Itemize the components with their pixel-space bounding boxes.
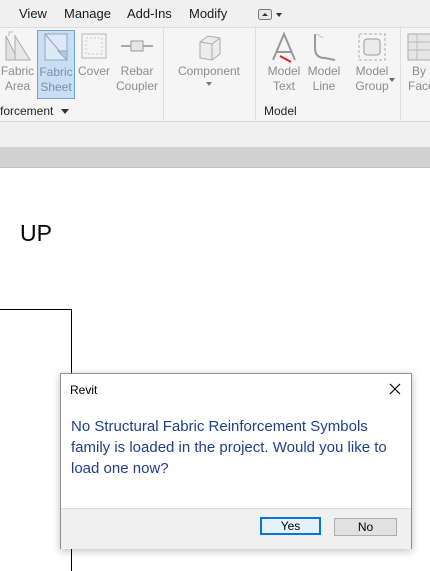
- component-icon: [199, 35, 221, 61]
- cover-icon: [81, 33, 107, 59]
- menu-manage[interactable]: Manage: [64, 6, 111, 21]
- rebar-coupler-label-1: Rebar: [120, 64, 154, 78]
- by-face-label-2: Face: [408, 79, 430, 93]
- dialog-close-button[interactable]: [383, 378, 407, 400]
- chevron-down-icon: [206, 82, 212, 86]
- revit-dialog: Revit No Structural Fabric Reinforcement…: [60, 373, 412, 549]
- model-line-icon: [314, 33, 336, 61]
- view-switch-icon: [258, 9, 282, 20]
- quick-access-dropdown[interactable]: [258, 8, 284, 20]
- cover-button[interactable]: Cover: [76, 30, 112, 96]
- model-text-label-1: Model: [267, 64, 301, 78]
- rebar-coupler-label-2: Coupler: [115, 79, 159, 93]
- model-line-label-2: Line: [312, 79, 336, 93]
- panel-separator: [255, 28, 256, 120]
- fabric-sheet-label-1: Fabric: [39, 65, 73, 79]
- by-face-label-1: By: [412, 64, 427, 78]
- close-icon: [389, 383, 401, 395]
- menu-view[interactable]: View: [19, 6, 47, 21]
- menu-add-ins[interactable]: Add-Ins: [127, 6, 172, 21]
- panel-title-reinforcement-label: forcement: [0, 104, 54, 118]
- canvas-up-label: UP: [20, 220, 52, 246]
- dialog-message: No Structural Fabric Reinforcement Symbo…: [71, 418, 387, 477]
- rebar-coupler-icon: [121, 40, 153, 52]
- model-line-button[interactable]: Model Line: [304, 30, 344, 96]
- fabric-area-icon: [5, 31, 31, 61]
- cover-label: Cover: [77, 64, 110, 78]
- by-face-icon: [407, 33, 430, 61]
- model-text-icon: [272, 31, 296, 63]
- panel-separator: [400, 28, 401, 120]
- panel-title-reinforcement[interactable]: forcement: [0, 104, 69, 118]
- no-button[interactable]: No: [334, 518, 397, 536]
- fabric-sheet-icon: [44, 33, 68, 62]
- dialog-title: Revit: [70, 383, 98, 397]
- model-line-label-1: Model: [307, 64, 341, 78]
- menu-bar: View Manage Add-Ins Modify: [0, 0, 430, 28]
- panel-title-model: Model: [264, 104, 297, 118]
- dialog-footer: Yes No: [61, 508, 411, 549]
- fabric-sheet-button[interactable]: Fabric Sheet: [37, 30, 75, 99]
- view-tab-bar: [0, 147, 430, 168]
- chevron-down-icon: [60, 109, 69, 114]
- fabric-area-label-2: Area: [4, 79, 31, 93]
- model-group-icon: [358, 33, 386, 61]
- yes-button[interactable]: Yes: [260, 517, 321, 535]
- model-text-label-2: Text: [272, 79, 295, 93]
- model-group-label-1: Model: [355, 64, 389, 78]
- rebar-coupler-button[interactable]: Rebar Coupler: [115, 30, 159, 96]
- by-face-button[interactable]: By Face: [402, 30, 430, 96]
- component-button[interactable]: Component: [172, 30, 246, 96]
- fabric-area-label-1: Fabric: [0, 64, 35, 78]
- fabric-area-button[interactable]: Fabric Area: [0, 30, 35, 96]
- chevron-down-icon: [389, 78, 395, 82]
- model-group-button[interactable]: Model Group: [349, 30, 395, 96]
- panel-separator: [163, 28, 164, 120]
- drawing-line-horizontal: [0, 309, 72, 310]
- component-label: Component: [177, 64, 241, 78]
- ribbon: Fabric Area Fabric Sheet Cover Rebar Cou…: [0, 28, 430, 122]
- fabric-sheet-label-2: Sheet: [40, 80, 72, 94]
- ribbon-footer-strip: [0, 122, 430, 147]
- model-text-button[interactable]: Model Text: [264, 30, 304, 96]
- menu-modify[interactable]: Modify: [189, 6, 227, 21]
